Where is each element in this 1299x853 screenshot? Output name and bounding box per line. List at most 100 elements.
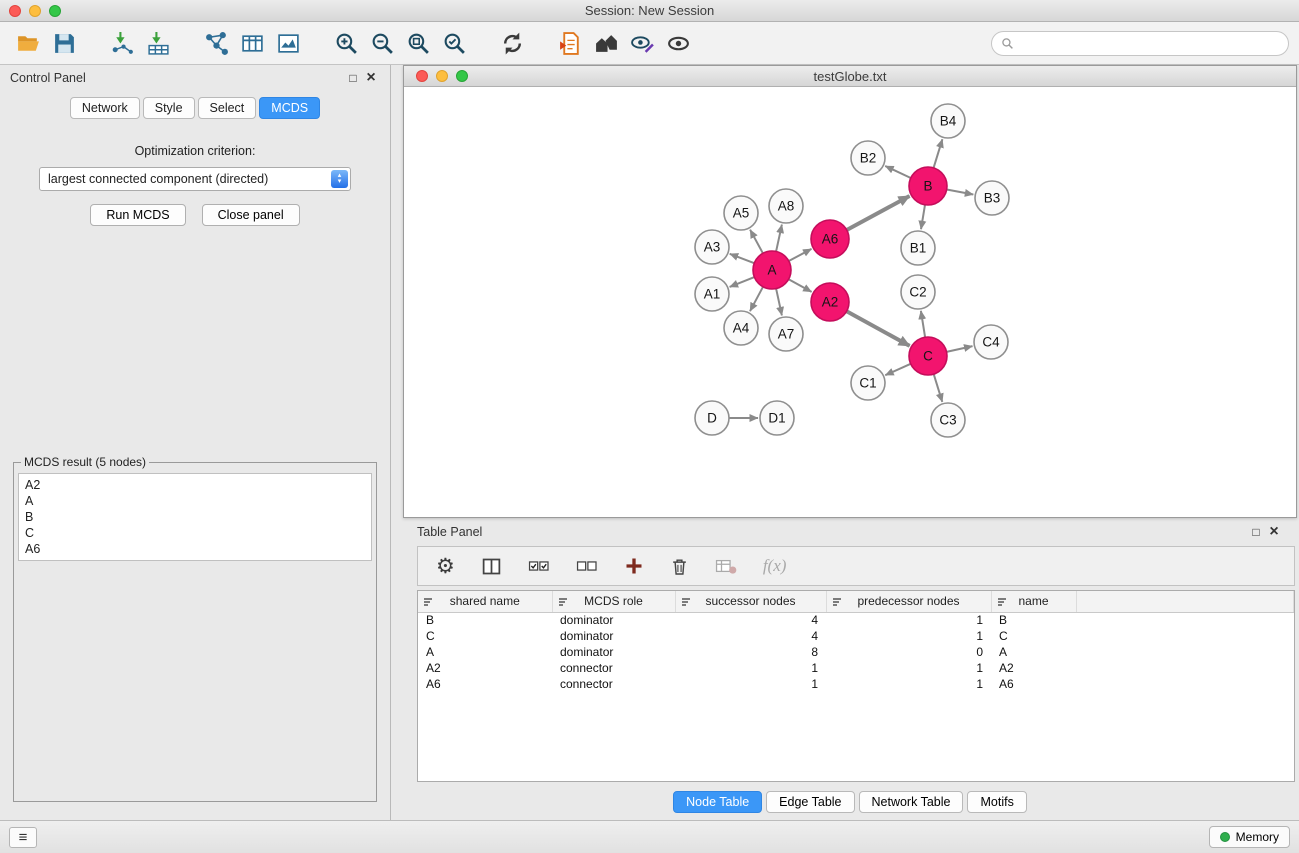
table-settings-button[interactable]: ⚙ bbox=[436, 554, 455, 578]
new-table-button[interactable] bbox=[234, 25, 270, 61]
graph-node-B1[interactable]: B1 bbox=[901, 231, 935, 265]
table-cell[interactable]: 0 bbox=[826, 644, 991, 660]
table-row[interactable]: A2 connector 1 1 A2 bbox=[418, 660, 1294, 676]
table-cell[interactable]: C bbox=[418, 628, 552, 644]
show-columns-button[interactable] bbox=[481, 556, 502, 577]
hide-details-button[interactable] bbox=[624, 25, 660, 61]
graph-node-B2[interactable]: B2 bbox=[851, 141, 885, 175]
graph-node-D[interactable]: D bbox=[695, 401, 729, 435]
graph-node-C2[interactable]: C2 bbox=[901, 275, 935, 309]
zoom-out-button[interactable] bbox=[364, 25, 400, 61]
show-details-button[interactable] bbox=[660, 25, 696, 61]
minimize-window-icon[interactable] bbox=[29, 5, 41, 17]
table-cell[interactable]: 8 bbox=[675, 644, 826, 660]
mcds-result-item[interactable]: A2 bbox=[25, 477, 365, 493]
graph-node-A3[interactable]: A3 bbox=[695, 230, 729, 264]
close-panel-icon[interactable]: × bbox=[362, 69, 380, 87]
save-session-button[interactable] bbox=[46, 25, 82, 61]
unselect-all-button[interactable] bbox=[576, 557, 598, 575]
graph-node-C4[interactable]: C4 bbox=[974, 325, 1008, 359]
tab-edge-table[interactable]: Edge Table bbox=[766, 791, 854, 813]
table-cell[interactable]: A bbox=[418, 644, 552, 660]
table-cell[interactable]: B bbox=[991, 612, 1076, 628]
table-cell[interactable]: 1 bbox=[826, 676, 991, 692]
run-mcds-button[interactable]: Run MCDS bbox=[90, 204, 185, 226]
table-cell[interactable]: A6 bbox=[991, 676, 1076, 692]
graph-node-A4[interactable]: A4 bbox=[724, 311, 758, 345]
table-row[interactable]: C dominator 4 1 C bbox=[418, 628, 1294, 644]
table-cell[interactable]: 1 bbox=[826, 612, 991, 628]
minimize-network-icon[interactable] bbox=[436, 70, 448, 82]
optimization-criterion-select[interactable]: largest connected component (directed) ▴… bbox=[39, 167, 351, 191]
graph-node-A[interactable]: A bbox=[753, 251, 791, 289]
tab-mcds[interactable]: MCDS bbox=[259, 97, 320, 119]
tab-motifs[interactable]: Motifs bbox=[967, 791, 1026, 813]
add-column-button[interactable] bbox=[624, 556, 644, 576]
table-row[interactable]: B dominator 4 1 B bbox=[418, 612, 1294, 628]
float-table-panel-icon[interactable]: □ bbox=[1247, 525, 1265, 539]
tab-network-table[interactable]: Network Table bbox=[859, 791, 964, 813]
graph-node-C[interactable]: C bbox=[909, 337, 947, 375]
table-cell[interactable]: C bbox=[991, 628, 1076, 644]
import-table-button[interactable] bbox=[140, 25, 176, 61]
graph-node-A2[interactable]: A2 bbox=[811, 283, 849, 321]
tab-style[interactable]: Style bbox=[143, 97, 195, 119]
mcds-result-item[interactable]: C bbox=[25, 525, 365, 541]
tab-select[interactable]: Select bbox=[198, 97, 257, 119]
graph-node-B4[interactable]: B4 bbox=[931, 104, 965, 138]
close-network-icon[interactable] bbox=[416, 70, 428, 82]
network-canvas[interactable]: B4B2BB3A5A8A6B1A3AC2A1A2A4A7C4CC1C3DD1 bbox=[404, 87, 1296, 517]
table-cell[interactable]: A2 bbox=[418, 660, 552, 676]
table-cell[interactable]: 1 bbox=[826, 660, 991, 676]
mcds-result-item[interactable]: B bbox=[25, 509, 365, 525]
table-cell[interactable]: 1 bbox=[675, 660, 826, 676]
close-table-panel-icon[interactable]: × bbox=[1265, 523, 1283, 541]
import-network-button[interactable] bbox=[104, 25, 140, 61]
select-all-button[interactable] bbox=[528, 557, 550, 575]
zoom-selected-button[interactable] bbox=[436, 25, 472, 61]
column-header-predecessor-nodes[interactable]: predecessor nodes bbox=[826, 591, 991, 612]
table-cell[interactable]: 1 bbox=[826, 628, 991, 644]
open-file-button[interactable] bbox=[10, 25, 46, 61]
zoom-fit-button[interactable] bbox=[400, 25, 436, 61]
zoom-in-button[interactable] bbox=[328, 25, 364, 61]
mcds-result-item[interactable]: A bbox=[25, 493, 365, 509]
zoom-window-icon[interactable] bbox=[49, 5, 61, 17]
close-panel-button[interactable]: Close panel bbox=[202, 204, 300, 226]
delete-column-button[interactable] bbox=[670, 556, 689, 577]
memory-button[interactable]: Memory bbox=[1209, 826, 1290, 848]
zoom-network-icon[interactable] bbox=[456, 70, 468, 82]
column-header-shared-name[interactable]: shared name bbox=[418, 591, 552, 612]
mcds-result-item[interactable]: A6 bbox=[25, 541, 365, 557]
column-header-mcds-role[interactable]: MCDS role bbox=[552, 591, 675, 612]
graph-node-B3[interactable]: B3 bbox=[975, 181, 1009, 215]
table-cell[interactable]: connector bbox=[552, 676, 675, 692]
graph-node-A1[interactable]: A1 bbox=[695, 277, 729, 311]
graph-node-A6[interactable]: A6 bbox=[811, 220, 849, 258]
column-header-name[interactable]: name bbox=[991, 591, 1076, 612]
tab-network[interactable]: Network bbox=[70, 97, 140, 119]
graph-node-A8[interactable]: A8 bbox=[769, 189, 803, 223]
task-history-button[interactable]: ≡ bbox=[9, 827, 37, 848]
network-file-button[interactable] bbox=[552, 25, 588, 61]
graph-node-A7[interactable]: A7 bbox=[769, 317, 803, 351]
table-cell[interactable]: dominator bbox=[552, 612, 675, 628]
new-network-button[interactable] bbox=[198, 25, 234, 61]
float-panel-icon[interactable]: □ bbox=[344, 71, 362, 85]
refresh-view-button[interactable] bbox=[494, 25, 530, 61]
column-header-successor-nodes[interactable]: successor nodes bbox=[675, 591, 826, 612]
tab-node-table[interactable]: Node Table bbox=[673, 791, 762, 813]
table-cell[interactable]: B bbox=[418, 612, 552, 628]
graph-node-B[interactable]: B bbox=[909, 167, 947, 205]
table-cell[interactable]: connector bbox=[552, 660, 675, 676]
table-cell[interactable]: dominator bbox=[552, 644, 675, 660]
export-image-button[interactable] bbox=[270, 25, 306, 61]
search-input[interactable] bbox=[1019, 36, 1279, 50]
function-builder-button[interactable]: f(x) bbox=[763, 556, 787, 576]
graph-node-A5[interactable]: A5 bbox=[724, 196, 758, 230]
table-row[interactable]: A dominator 8 0 A bbox=[418, 644, 1294, 660]
table-cell[interactable]: 4 bbox=[675, 612, 826, 628]
table-cell[interactable]: A2 bbox=[991, 660, 1076, 676]
close-window-icon[interactable] bbox=[9, 5, 21, 17]
delete-table-button[interactable] bbox=[715, 557, 737, 575]
